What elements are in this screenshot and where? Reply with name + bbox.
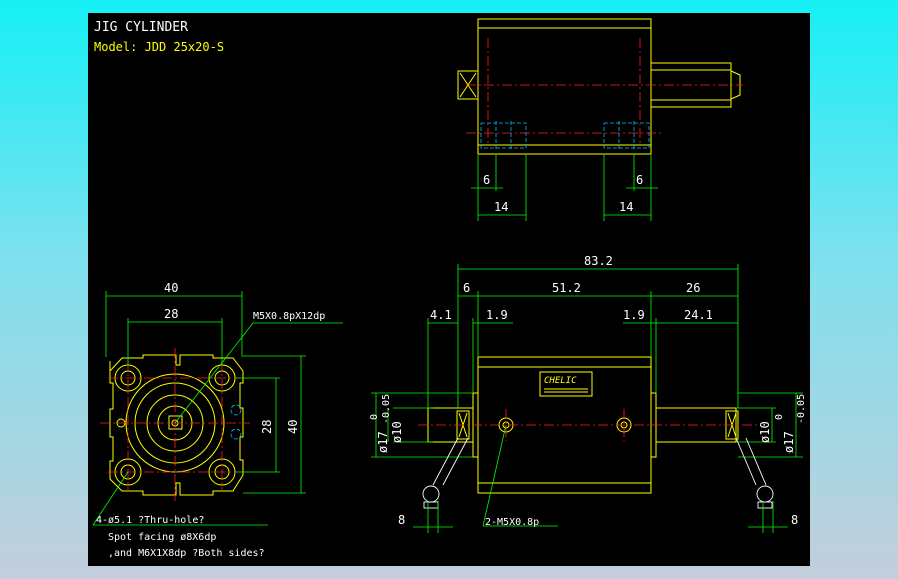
tol-left-top: 0 (369, 414, 380, 420)
dim-8-left: 8 (398, 513, 405, 527)
hole-note-line2: Spot facing ø8X6dp (108, 532, 216, 543)
brand-label: CHELIC (544, 376, 577, 386)
dim-dia10-left: ø10 (390, 421, 404, 443)
drawing-title: JIG CYLINDER (94, 20, 188, 35)
dim-top-right-6: 6 (636, 173, 643, 187)
end-view: 40 28 28 40 M5X0.8pX12dp 4-ø5.1 ?Thru-ho… (92, 281, 343, 559)
cad-drawing-canvas: JIG CYLINDER Model: JDD 25x20-S 6 6 14 1… (88, 13, 810, 566)
port-note: 2-M5X0.8p (485, 517, 539, 528)
fitting-right (735, 437, 774, 509)
dim-end-40-side: 40 (286, 420, 300, 434)
dim-end-28-side: 28 (260, 420, 274, 434)
fitting-left (422, 437, 469, 509)
dim-8-right: 8 (791, 513, 798, 527)
dim-end-28-top: 28 (164, 307, 178, 321)
tol-right-bottom: -0.05 (796, 394, 807, 424)
dim-dia17-left: ø17 (376, 431, 390, 453)
top-view: 6 6 14 14 (457, 18, 743, 221)
cad-drawing: JIG CYLINDER Model: JDD 25x20-S 6 6 14 1… (92, 18, 807, 559)
dim-seg-1-9-left: 1.9 (486, 308, 508, 322)
dim-top-left-6: 6 (483, 173, 490, 187)
side-view: CHELIC 83.2 6 51.2 26 4.1 1.9 1.9 24.1 ø… (369, 254, 807, 533)
dim-seg-26: 26 (686, 281, 700, 295)
dim-top-left-14: 14 (494, 200, 508, 214)
hole-note-line3: ,and M6X1X8dp ?Both sides? (108, 548, 265, 559)
dim-dia10-right: ø10 (758, 421, 772, 443)
dim-seg-1-9-right: 1.9 (623, 308, 645, 322)
dim-overall-83-2: 83.2 (584, 254, 613, 268)
model-label: Model: JDD 25x20-S (94, 40, 224, 54)
tol-right-top: 0 (774, 414, 785, 420)
dim-seg-6: 6 (463, 281, 470, 295)
tol-left-bottom: -0.05 (381, 394, 392, 424)
dim-seg-4-1: 4.1 (430, 308, 452, 322)
hole-note-line1: 4-ø5.1 ?Thru-hole? (96, 515, 204, 526)
dim-end-40-top: 40 (164, 281, 178, 295)
dim-seg-51-2: 51.2 (552, 281, 581, 295)
top-view-body (477, 18, 652, 155)
thread-note: M5X0.8pX12dp (253, 311, 325, 322)
dim-seg-24-1: 24.1 (684, 308, 713, 322)
dim-dia17-right: ø17 (782, 431, 796, 453)
dim-top-right-14: 14 (619, 200, 633, 214)
